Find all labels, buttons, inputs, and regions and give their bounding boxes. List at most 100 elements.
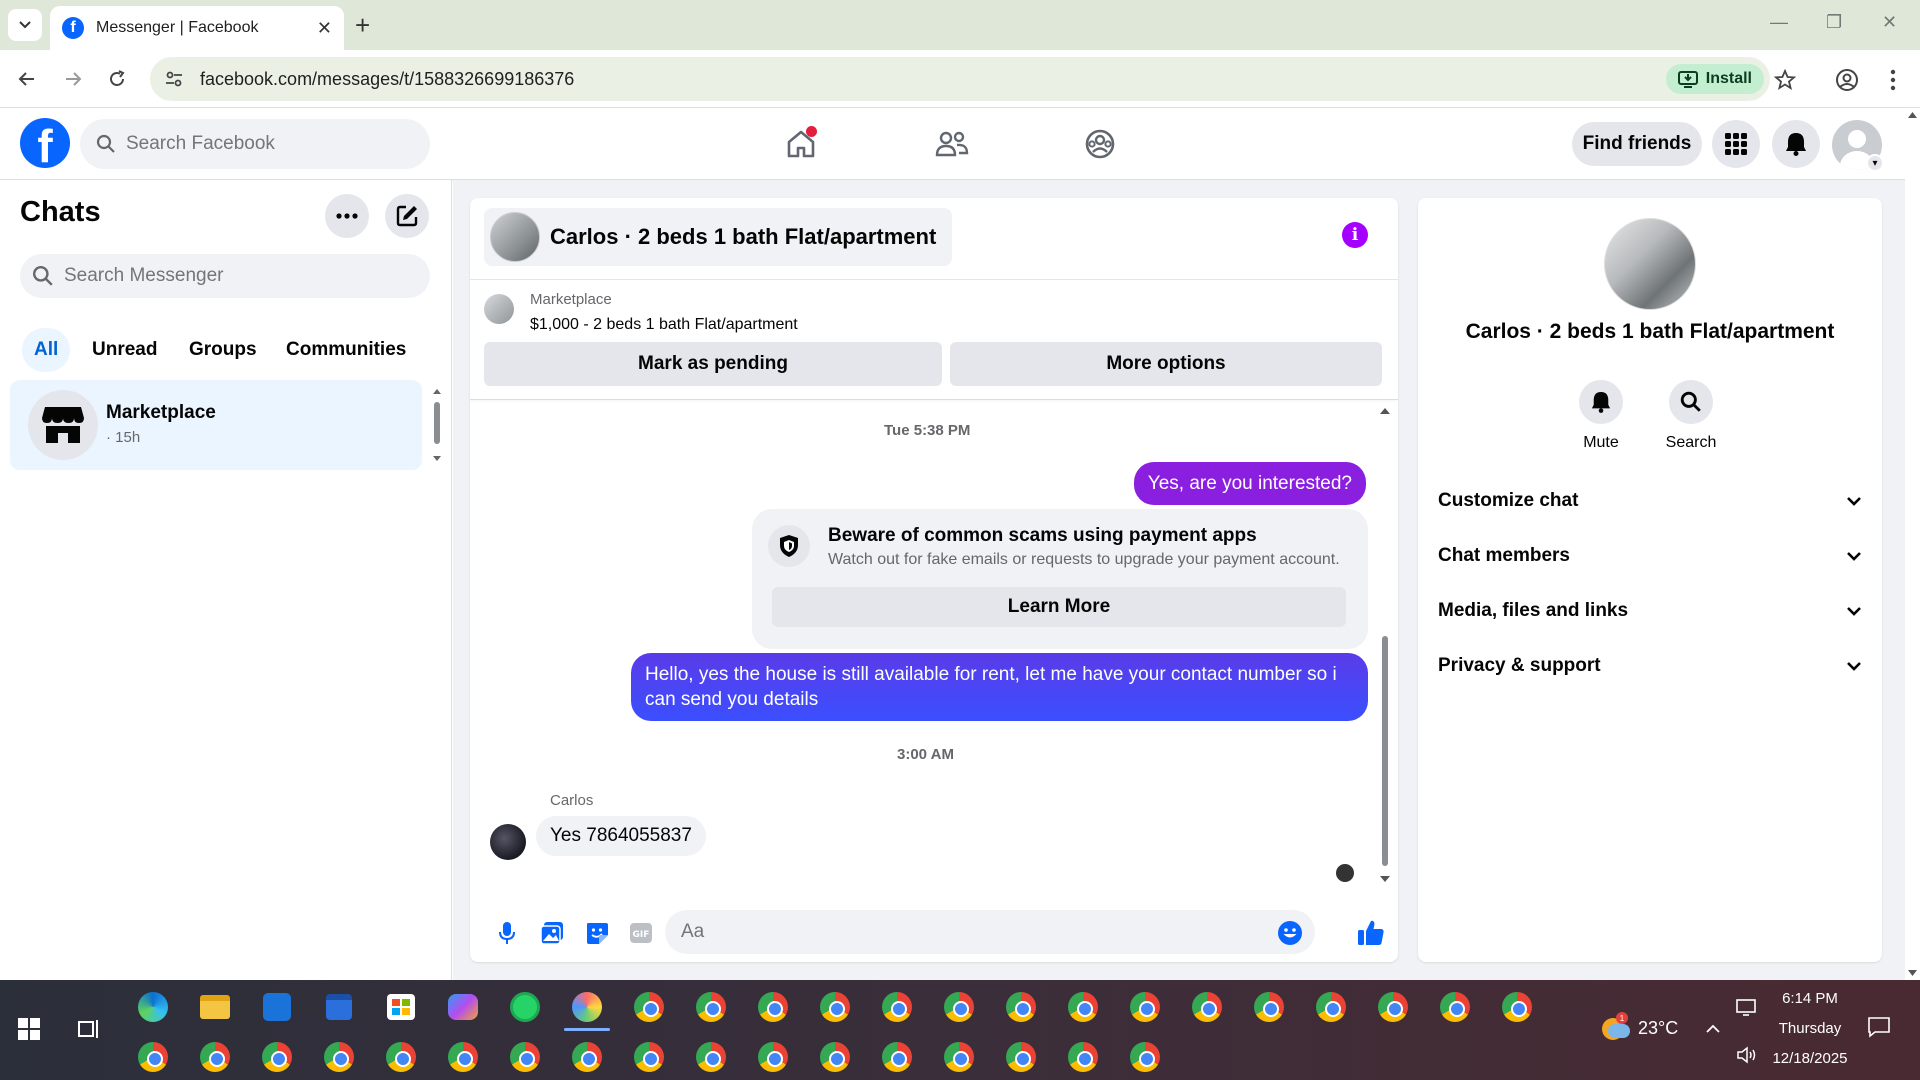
chrome-icon[interactable] — [508, 1040, 542, 1074]
chrome-icon[interactable] — [1500, 990, 1534, 1024]
facebook-search[interactable] — [80, 119, 430, 169]
back-button[interactable] — [12, 64, 42, 94]
chrome-icon[interactable] — [1376, 990, 1410, 1024]
tab-search-button[interactable] — [8, 9, 42, 41]
chrome-icon[interactable] — [1128, 990, 1162, 1024]
page-scrollbar[interactable] — [1905, 108, 1920, 980]
home-nav[interactable] — [781, 124, 821, 164]
notifications-button[interactable] — [1772, 120, 1820, 168]
chat-list-item[interactable]: Marketplace · 15h — [10, 380, 422, 470]
chrome-icon[interactable] — [446, 1040, 480, 1074]
media-files-links-section[interactable]: Media, files and links — [1438, 591, 1862, 631]
browser-tab[interactable]: f Messenger | Facebook ✕ — [50, 6, 344, 50]
close-window-icon[interactable]: ✕ — [1882, 12, 1897, 33]
temperature[interactable]: 23°C — [1638, 1018, 1678, 1039]
groups-nav[interactable] — [1080, 124, 1120, 164]
forward-button[interactable] — [58, 64, 88, 94]
outgoing-message[interactable]: Yes, are you interested? — [1133, 462, 1366, 505]
weather-icon[interactable]: 1 — [1598, 1010, 1632, 1044]
incoming-message[interactable]: Yes 7864055837 — [536, 816, 706, 856]
filter-unread[interactable]: Unread — [80, 328, 169, 372]
chrome-icon[interactable] — [570, 1040, 604, 1074]
windows-start-icon[interactable] — [12, 1012, 46, 1046]
chat-members-section[interactable]: Chat members — [1438, 536, 1862, 576]
more-options-button[interactable]: More options — [950, 342, 1382, 386]
like-thumbs-up-icon[interactable] — [1356, 918, 1386, 948]
new-tab-button[interactable]: + — [355, 12, 370, 38]
details-avatar[interactable] — [1604, 218, 1696, 310]
whatsapp-icon[interactable] — [508, 990, 542, 1024]
account-chevron-icon[interactable]: ▾ — [1866, 154, 1884, 172]
outgoing-message[interactable]: Hello, yes the house is still available … — [631, 653, 1368, 721]
chrome-icon[interactable] — [632, 1040, 666, 1074]
sticker-icon[interactable] — [584, 920, 610, 946]
chrome-icon[interactable] — [1438, 990, 1472, 1024]
chrome-icon[interactable] — [694, 990, 728, 1024]
chrome-icon[interactable] — [1252, 990, 1286, 1024]
url-field[interactable]: facebook.com/messages/t/1588326699186376 — [150, 57, 1770, 101]
chrome-icon[interactable] — [818, 990, 852, 1024]
file-explorer-icon[interactable] — [198, 990, 232, 1024]
gif-icon[interactable]: GIF — [628, 920, 654, 946]
chrome-icon[interactable] — [942, 990, 976, 1024]
facebook-search-input[interactable] — [126, 133, 386, 155]
message-input-box[interactable] — [665, 910, 1315, 954]
edge-icon[interactable] — [136, 990, 170, 1024]
bookmark-star-icon[interactable] — [1772, 67, 1798, 93]
volume-icon[interactable] — [1730, 1038, 1764, 1072]
calendar-icon[interactable] — [322, 990, 356, 1024]
messenger-search[interactable] — [20, 254, 430, 298]
chrome-icon[interactable] — [632, 990, 666, 1024]
show-hidden-icons-icon[interactable] — [1696, 1012, 1730, 1046]
chrome-icon[interactable] — [756, 1040, 790, 1074]
find-friends-button[interactable]: Find friends — [1572, 122, 1702, 166]
message-input[interactable] — [681, 921, 1241, 943]
profile-icon[interactable] — [1834, 67, 1860, 93]
chrome-icon[interactable] — [322, 1040, 356, 1074]
restore-icon[interactable]: ❐ — [1826, 12, 1842, 33]
conversation-header[interactable]: Carlos · 2 beds 1 bath Flat/apartment — [484, 208, 953, 266]
sender-avatar[interactable] — [490, 824, 526, 860]
sidebar-scrollbar[interactable] — [432, 388, 442, 464]
clock-time[interactable]: 6:14 PM — [1768, 990, 1852, 1007]
microsoft-store-icon[interactable] — [384, 990, 418, 1024]
chrome-icon[interactable] — [1066, 990, 1100, 1024]
listing-title[interactable]: $1,000 - 2 beds 1 bath Flat/apartment — [530, 316, 798, 334]
filter-all[interactable]: All — [22, 328, 71, 372]
chrome-icon[interactable] — [694, 1040, 728, 1074]
outlook-icon[interactable] — [260, 990, 294, 1024]
learn-more-button[interactable]: Learn More — [772, 587, 1346, 627]
facebook-logo-icon[interactable]: f — [20, 118, 70, 168]
chrome-icon[interactable] — [818, 1040, 852, 1074]
reload-button[interactable] — [102, 64, 132, 94]
chrome-icon[interactable] — [1314, 990, 1348, 1024]
menu-button[interactable] — [1712, 120, 1760, 168]
chrome-icon[interactable] — [1128, 1040, 1162, 1074]
search-in-conversation-button[interactable]: Search — [1651, 380, 1731, 452]
close-tab-icon[interactable]: ✕ — [317, 18, 332, 39]
install-app-button[interactable]: Install — [1665, 64, 1764, 94]
chrome-icon[interactable] — [756, 990, 790, 1024]
chrome-icon[interactable] — [1004, 1040, 1038, 1074]
microphone-icon[interactable] — [494, 920, 520, 946]
network-icon[interactable] — [1730, 990, 1764, 1024]
chrome-icon[interactable] — [1190, 990, 1224, 1024]
photo-icon[interactable] — [539, 920, 565, 946]
conversation-scrollbar[interactable] — [1378, 406, 1392, 886]
chrome-icon[interactable] — [136, 1040, 170, 1074]
chat-options-button[interactable] — [325, 194, 369, 238]
chrome-menu-icon[interactable] — [1880, 67, 1906, 93]
chrome-icon[interactable] — [880, 1040, 914, 1074]
mark-pending-button[interactable]: Mark as pending — [484, 342, 942, 386]
filter-groups[interactable]: Groups — [177, 328, 269, 372]
chrome-icon[interactable] — [1004, 990, 1038, 1024]
notification-center-icon[interactable] — [1862, 1010, 1896, 1044]
mute-button[interactable]: Mute — [1561, 380, 1641, 452]
pinwheel-app-icon[interactable] — [570, 990, 604, 1024]
friends-nav[interactable] — [932, 124, 972, 164]
chrome-icon[interactable] — [260, 1040, 294, 1074]
new-message-button[interactable] — [385, 194, 429, 238]
chrome-icon[interactable] — [1066, 1040, 1100, 1074]
minimize-icon[interactable]: — — [1770, 12, 1788, 33]
chrome-icon[interactable] — [198, 1040, 232, 1074]
